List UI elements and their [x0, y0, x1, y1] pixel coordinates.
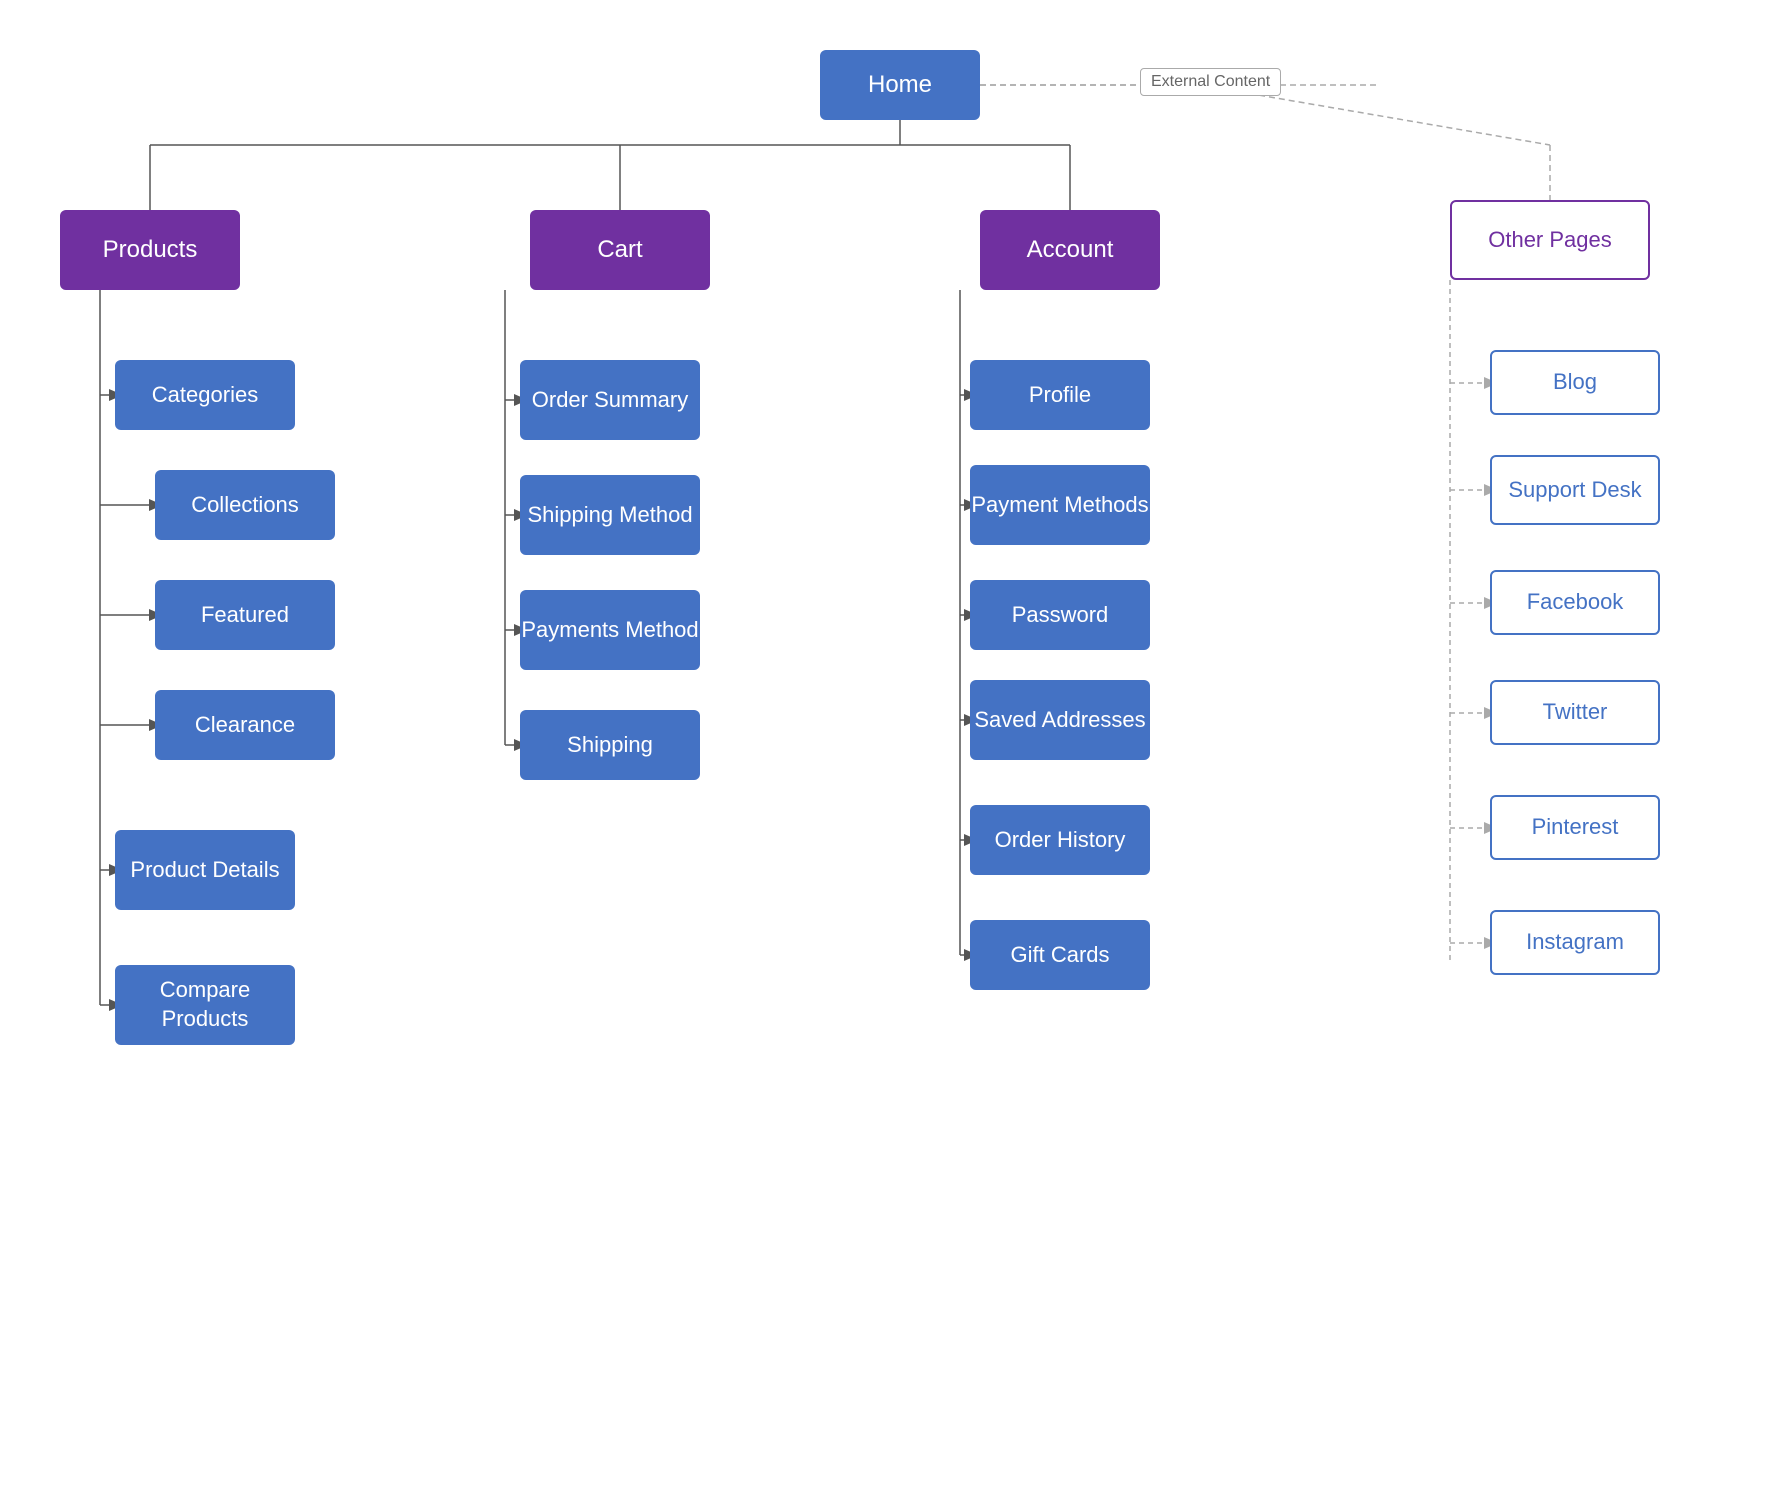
node-other-pages[interactable]: Other Pages: [1450, 200, 1650, 280]
node-collections[interactable]: Collections: [155, 470, 335, 540]
node-shipping[interactable]: Shipping: [520, 710, 700, 780]
node-shipping-method[interactable]: Shipping Method: [520, 475, 700, 555]
node-payment-methods[interactable]: Payment Methods: [970, 465, 1150, 545]
node-categories[interactable]: Categories: [115, 360, 295, 430]
node-blog[interactable]: Blog: [1490, 350, 1660, 415]
node-cart[interactable]: Cart: [530, 210, 710, 290]
node-clearance[interactable]: Clearance: [155, 690, 335, 760]
node-account[interactable]: Account: [980, 210, 1160, 290]
node-gift-cards[interactable]: Gift Cards: [970, 920, 1150, 990]
node-pinterest[interactable]: Pinterest: [1490, 795, 1660, 860]
node-featured[interactable]: Featured: [155, 580, 335, 650]
node-product-details[interactable]: Product Details: [115, 830, 295, 910]
node-products[interactable]: Products: [60, 210, 240, 290]
node-order-summary[interactable]: Order Summary: [520, 360, 700, 440]
node-home[interactable]: Home: [820, 50, 980, 120]
external-content-label: External Content: [1140, 68, 1281, 96]
node-order-history[interactable]: Order History: [970, 805, 1150, 875]
node-compare-products[interactable]: Compare Products: [115, 965, 295, 1045]
node-saved-addresses[interactable]: Saved Addresses: [970, 680, 1150, 760]
node-password[interactable]: Password: [970, 580, 1150, 650]
node-facebook[interactable]: Facebook: [1490, 570, 1660, 635]
node-instagram[interactable]: Instagram: [1490, 910, 1660, 975]
node-profile[interactable]: Profile: [970, 360, 1150, 430]
node-support-desk[interactable]: Support Desk: [1490, 455, 1660, 525]
node-payments-method[interactable]: Payments Method: [520, 590, 700, 670]
diagram-container: External Content Home Products Cart Acco…: [0, 0, 1780, 1508]
node-twitter[interactable]: Twitter: [1490, 680, 1660, 745]
